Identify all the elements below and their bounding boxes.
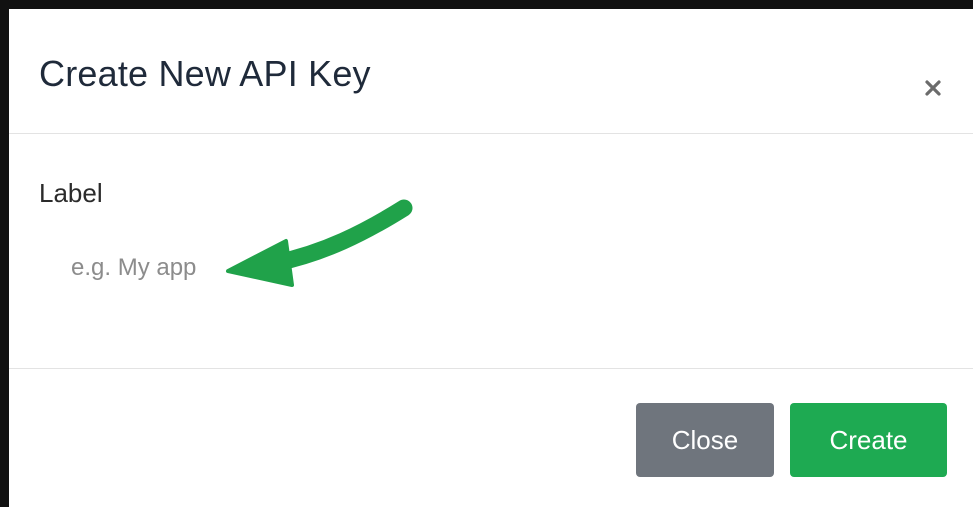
modal-header: Create New API Key — [9, 9, 973, 134]
modal-body: Label — [9, 134, 973, 369]
arrow-pointer-icon — [226, 199, 413, 287]
modal-title: Create New API Key — [39, 53, 371, 94]
close-button[interactable]: Close — [636, 403, 774, 477]
modal-footer: Close Create — [9, 369, 973, 507]
close-x-icon[interactable] — [921, 76, 945, 100]
create-button[interactable]: Create — [790, 403, 947, 477]
label-field-label: Label — [39, 178, 103, 208]
